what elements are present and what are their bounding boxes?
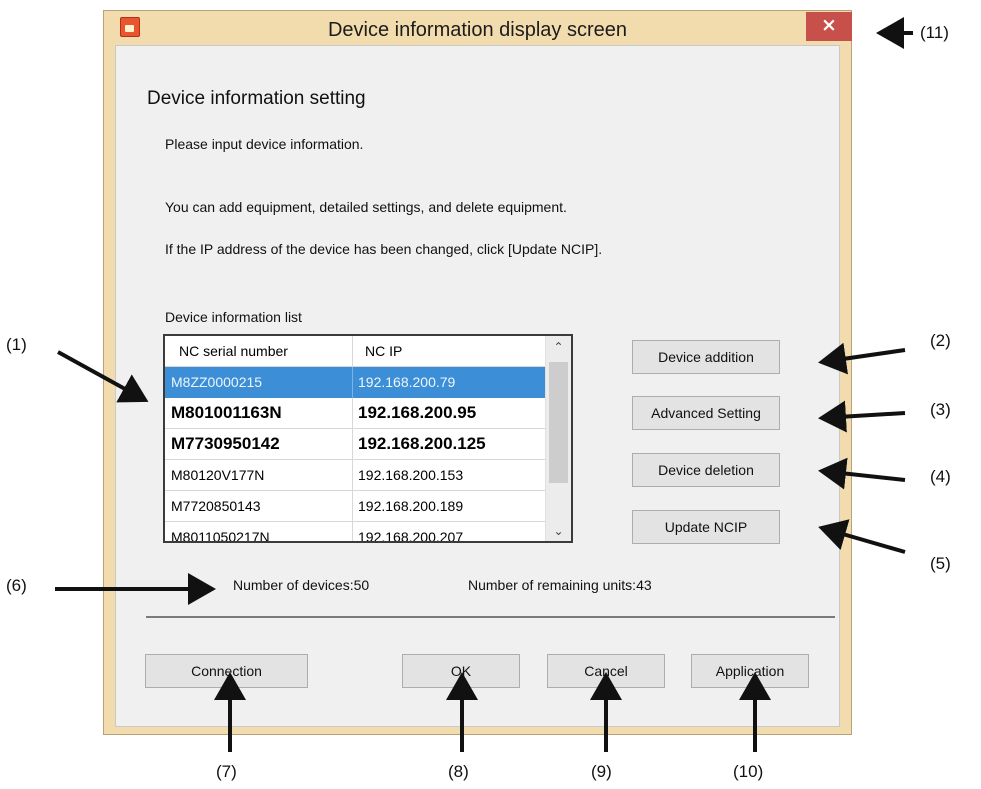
callout-label-4: (4) xyxy=(930,467,951,486)
callout-label-7: (7) xyxy=(216,762,237,781)
arrow-2 xyxy=(818,342,906,375)
callout-arrows xyxy=(55,17,913,752)
callout-label-1: (1) xyxy=(6,335,27,354)
callout-label-3: (3) xyxy=(930,400,951,419)
callout-label-8: (8) xyxy=(448,762,469,781)
callout-label-11: (11) xyxy=(920,23,949,42)
arrow-1 xyxy=(57,350,149,403)
callout-label-9: (9) xyxy=(591,762,612,781)
callout-label-10: (10) xyxy=(733,762,764,781)
callout-label-2: (2) xyxy=(930,331,951,350)
arrow-5 xyxy=(818,519,906,554)
callout-label-5: (5) xyxy=(930,554,951,573)
callout-label-6: (6) xyxy=(6,576,27,595)
arrow-3 xyxy=(818,400,906,433)
arrow-4 xyxy=(818,457,906,490)
